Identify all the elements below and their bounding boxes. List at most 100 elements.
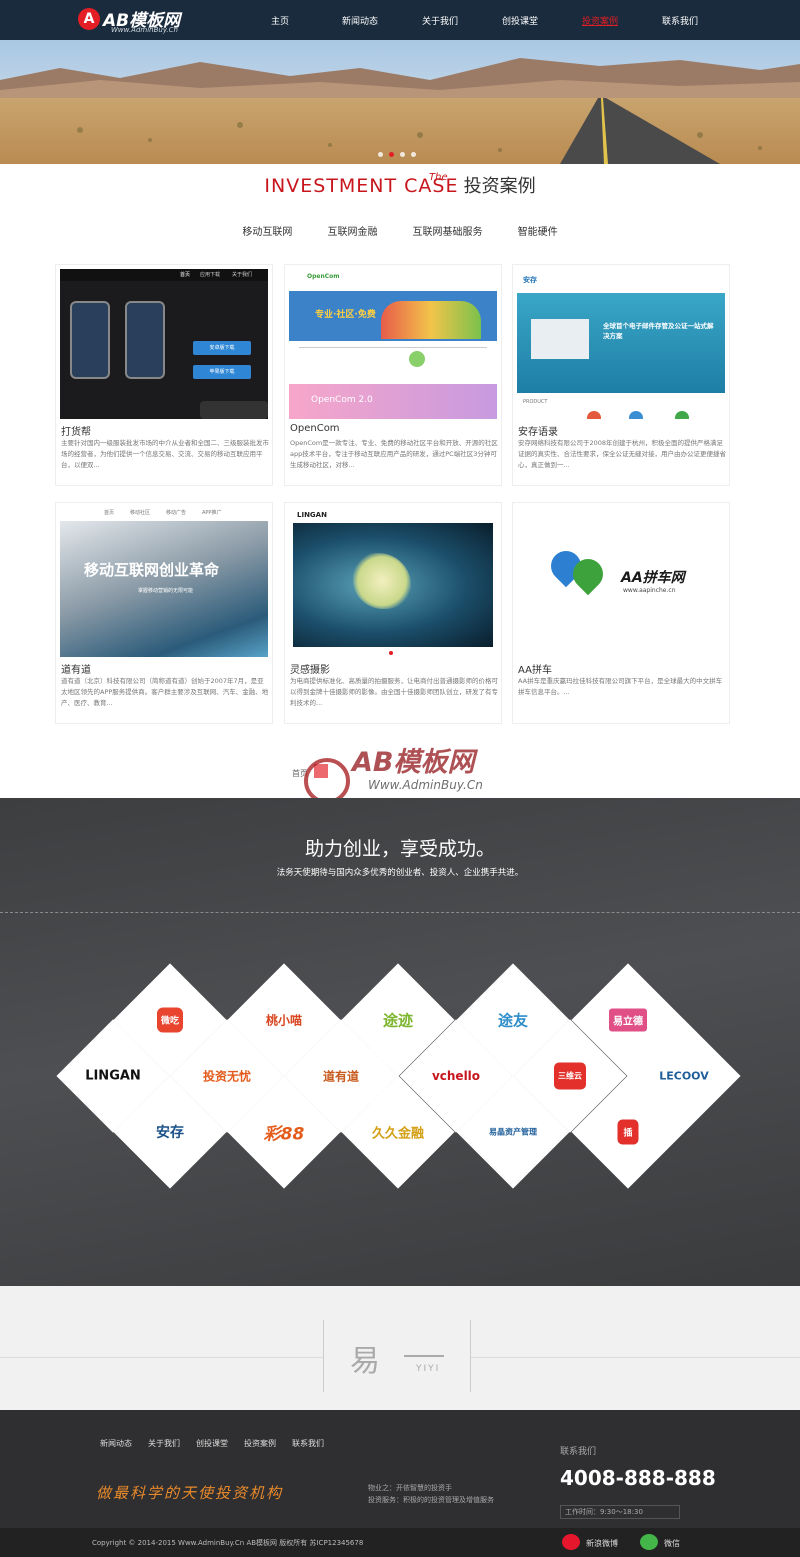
thumb-brand: 安存 [523, 276, 537, 284]
partner-logo[interactable]: 三维云 [554, 1062, 586, 1090]
logo[interactable]: A AB模板网 Www.AdminBuy.Cn [78, 6, 198, 36]
banner-dot-2[interactable] [389, 152, 394, 157]
dashed-divider [0, 912, 800, 913]
case-name[interactable]: 打货帮 [61, 423, 91, 438]
case-card[interactable]: LINGAN 灵感摄影 为电商提供标准化、高质量的拍摄服务，让电商付出普通摄影师… [284, 502, 502, 724]
thumb-ios-button: 苹果版下载 [193, 365, 251, 379]
partner-logo[interactable]: 易晶资产管理 [489, 1127, 537, 1138]
weibo-icon [562, 1534, 580, 1550]
partner-logo[interactable]: 彩88 [264, 1120, 305, 1145]
nav-cases[interactable]: 投资案例 [560, 0, 640, 40]
thumb-tagline: 专业·社区·免费 [315, 310, 376, 320]
thumb-android-button: 安卓版下载 [193, 341, 251, 355]
case-card[interactable]: AA拼车网 www.aapinche.cn AA拼车 AA拼车是重庆赢玛拉佳科技… [512, 502, 730, 724]
copyright: Copyright © 2014-2015 Www.AdminBuy.Cn AB… [92, 1539, 364, 1547]
contact-phone[interactable]: 4008-888-888 [560, 1466, 716, 1490]
logo-subtitle: Www.AdminBuy.Cn [111, 26, 178, 34]
footer-slogan: 做最科学的天使投资机构 [96, 1484, 284, 1502]
nav-classroom[interactable]: 创投课堂 [480, 0, 560, 40]
partner-logo[interactable]: 投资无忧 [203, 1068, 251, 1085]
section-title-the: The [429, 172, 448, 183]
banner-pagination [378, 152, 416, 157]
nav-news[interactable]: 新闻动态 [320, 0, 400, 40]
case-thumbnail: 首页 应用下载 关于我们 安卓版下载 苹果版下载 [60, 269, 268, 419]
banner-image [0, 40, 800, 164]
case-desc: AA拼车是重庆赢玛拉佳科技有限公司旗下平台，是全球最大的中文拼车拼车信息平台。.… [518, 677, 723, 696]
slogan-subtitle: 法务天使期待与国内众多优秀的创业者、投资人、企业携手共进。 [276, 868, 524, 878]
weixin-link[interactable]: 微信 [640, 1534, 720, 1550]
case-card[interactable]: OpenCom 专业·社区·免费 OpenCom 2.0 OpenCom Ope… [284, 264, 502, 486]
footer-nav: 新闻动态 关于我们 创投课堂 投资案例 联系我们 [100, 1438, 324, 1449]
thumb-tag: PRODUCT [523, 399, 548, 405]
thumb-nav: 移动社区 [130, 510, 151, 516]
yiyi-en: YIYI [416, 1364, 441, 1374]
partner-logo[interactable]: 途友 [498, 1010, 528, 1031]
case-desc: 安存网络科技有限公司于2008年创建于杭州，积极全面的提供严格满足证据的真实性、… [518, 439, 726, 469]
nav-contact[interactable]: 联系我们 [640, 0, 720, 40]
partner-logo[interactable]: 微吃 [156, 1007, 184, 1033]
weixin-label: 微信 [664, 1539, 680, 1548]
partner-logo[interactable]: 安存 [156, 1122, 184, 1142]
thumb-brand: AA拼车网 [621, 570, 685, 586]
thumb-brand: OpenCom [307, 273, 340, 280]
case-card[interactable]: 首页 移动社区 移动广告 APP推广 移动互联网创业革命 掌握移动营销的无限可能… [55, 502, 273, 724]
partner-logo[interactable]: vchello [432, 1069, 480, 1083]
case-desc: 主要针对国内一级服装批发市场的中介从业者和全国二、三级服装批发市场的经营者，为他… [61, 439, 269, 469]
footer-nav-cases[interactable]: 投资案例 [244, 1438, 276, 1449]
banner-dot-4[interactable] [411, 152, 416, 157]
logo-mark: A [78, 8, 100, 30]
thumb-sub: OpenCom 2.0 [311, 395, 373, 405]
tab-mobile-internet[interactable]: 移动互联网 [242, 223, 292, 238]
yiyi-bar [404, 1355, 444, 1357]
thumb-nav: APP推广 [202, 510, 222, 516]
partner-logo[interactable]: LINGAN [85, 1069, 141, 1084]
case-desc: 道有道（北京）科技有限公司（简称道有道）创始于2007年7月，是亚太地区领先的A… [61, 677, 269, 707]
partner-logo[interactable]: 久久金融 [372, 1123, 424, 1142]
partner-logo[interactable]: 插 [617, 1119, 639, 1145]
wechat-icon [640, 1534, 658, 1550]
footer-info-line: 投资服务：积极的的投资管理及增值服务 [368, 1496, 494, 1504]
thumb-headline: 全球首个电子邮件存管及公证一站式解决方案 [603, 322, 714, 340]
section-title-cn: 投资案例 [463, 176, 536, 197]
partner-logo[interactable]: 桃小喵 [266, 1012, 302, 1029]
thumb-nav: 关于我们 [232, 272, 253, 278]
case-name[interactable]: 安存语录 [518, 423, 558, 438]
nav-home[interactable]: 主页 [240, 0, 320, 40]
nav-about[interactable]: 关于我们 [400, 0, 480, 40]
case-name[interactable]: 灵感摄影 [290, 661, 330, 676]
weibo-link[interactable]: 新浪微博 [562, 1534, 642, 1550]
thumb-nav: 移动广告 [166, 510, 187, 516]
case-desc: 为电商提供标准化、高质量的拍摄服务，让电商付出普通摄影师的价格可以得到金牌十佳摄… [290, 677, 498, 707]
case-desc: OpenCom是一款专注、专业、免费的移动社区平台和开放、开源的社区app技术平… [290, 439, 498, 469]
footer-nav-classroom[interactable]: 创投课堂 [196, 1438, 228, 1449]
case-name[interactable]: AA拼车 [518, 661, 552, 676]
partner-logo[interactable]: 途迹 [383, 1010, 413, 1031]
thumb-brand: LINGAN [297, 511, 327, 519]
hero-banner [0, 40, 800, 164]
footer-nav-news[interactable]: 新闻动态 [100, 1438, 132, 1449]
case-name[interactable]: 道有道 [61, 661, 91, 676]
partner-logo[interactable]: 易立德 [609, 1008, 647, 1032]
footer-nav-contact[interactable]: 联系我们 [292, 1438, 324, 1449]
banner-dot-3[interactable] [400, 152, 405, 157]
banner-dot-1[interactable] [378, 152, 383, 157]
slogan-title: 助力创业，享受成功。 [304, 838, 495, 860]
case-thumbnail: LINGAN [289, 507, 497, 657]
yiyi-cn: 易 [350, 1344, 380, 1379]
case-name[interactable]: OpenCom [290, 423, 340, 434]
main-nav: 主页 新闻动态 关于我们 创投课堂 投资案例 联系我们 [240, 0, 720, 40]
case-card[interactable]: 首页 应用下载 关于我们 安卓版下载 苹果版下载 打货帮 主要针对国内一级服装批… [55, 264, 273, 486]
partner-logo[interactable]: LECOOV [659, 1070, 709, 1083]
section-title: INVESTMENT CASE The 投资案例 [0, 172, 800, 208]
thumb-headline: 移动互联网创业革命 [84, 561, 220, 579]
tab-smart-hardware[interactable]: 智能硬件 [518, 223, 558, 238]
footer-nav-about[interactable]: 关于我们 [148, 1438, 180, 1449]
tab-internet-finance[interactable]: 互联网金融 [327, 223, 377, 238]
tab-internet-infra[interactable]: 互联网基础服务 [413, 223, 483, 238]
yiyi-logo[interactable]: 易 YIYI [323, 1320, 471, 1392]
thumb-url: www.aapinche.cn [623, 587, 676, 594]
case-card[interactable]: 安存 全球首个电子邮件存管及公证一站式解决方案 PRODUCT 安存语录 安存网… [512, 264, 730, 486]
weibo-label: 新浪微博 [586, 1539, 618, 1548]
partner-logo[interactable]: 道有道 [323, 1068, 359, 1085]
thumb-sub: 掌握移动营销的无限可能 [138, 588, 194, 594]
